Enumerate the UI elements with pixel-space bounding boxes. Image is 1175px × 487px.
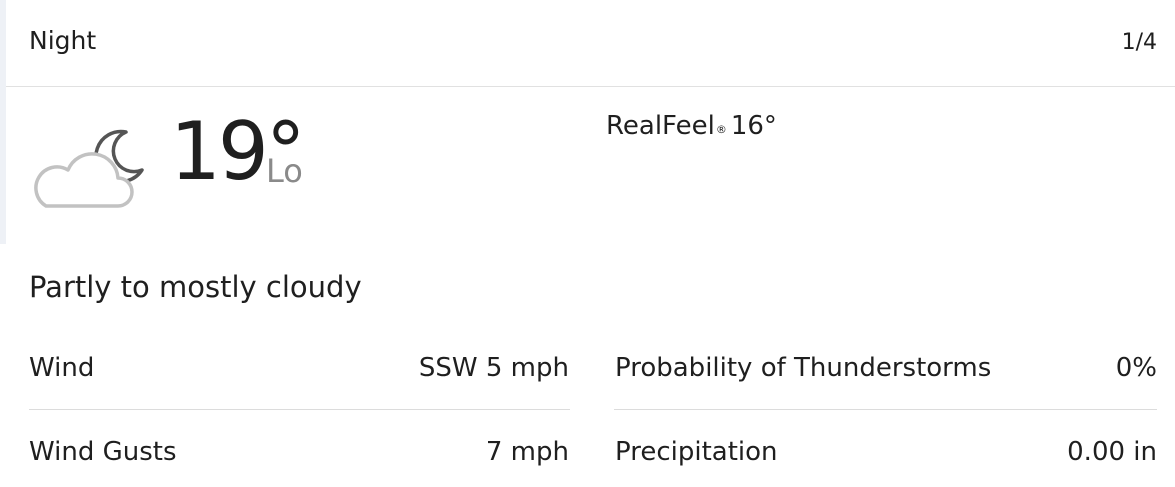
page-indicator: 1/4	[1121, 30, 1157, 55]
realfeel-label: RealFeel	[606, 111, 715, 141]
detail-label: Wind	[29, 353, 95, 383]
realfeel: RealFeel® 16°	[606, 109, 777, 143]
partly-cloudy-night-icon	[28, 120, 148, 210]
weather-phrase: Partly to mostly cloudy	[29, 270, 362, 304]
detail-value: 7 mph	[485, 437, 569, 467]
divider	[29, 409, 570, 410]
detail-label: Wind Gusts	[29, 437, 177, 467]
detail-row-thunderstorms: Probability of Thunderstorms 0%	[615, 348, 1157, 388]
detail-label: Precipitation	[615, 437, 778, 467]
detail-label: Probability of Thunderstorms	[615, 353, 992, 383]
detail-value: 0.00 in	[1067, 437, 1157, 467]
detail-value: 0%	[1115, 353, 1157, 383]
card-header: Night 1/4	[6, 0, 1175, 87]
realfeel-value: 16°	[730, 111, 777, 141]
detail-row-wind: Wind SSW 5 mph	[29, 348, 569, 388]
forecast-card-night: Night 1/4 19° Lo RealFeel® 16° Partly to …	[6, 0, 1175, 487]
divider	[614, 409, 1157, 410]
detail-row-precipitation: Precipitation 0.00 in	[615, 432, 1157, 472]
detail-row-wind-gusts: Wind Gusts 7 mph	[29, 432, 569, 472]
period-title: Night	[29, 26, 97, 55]
registered-mark: ®	[715, 123, 727, 136]
detail-value: SSW 5 mph	[418, 353, 569, 383]
temperature-label: Lo	[266, 152, 303, 190]
